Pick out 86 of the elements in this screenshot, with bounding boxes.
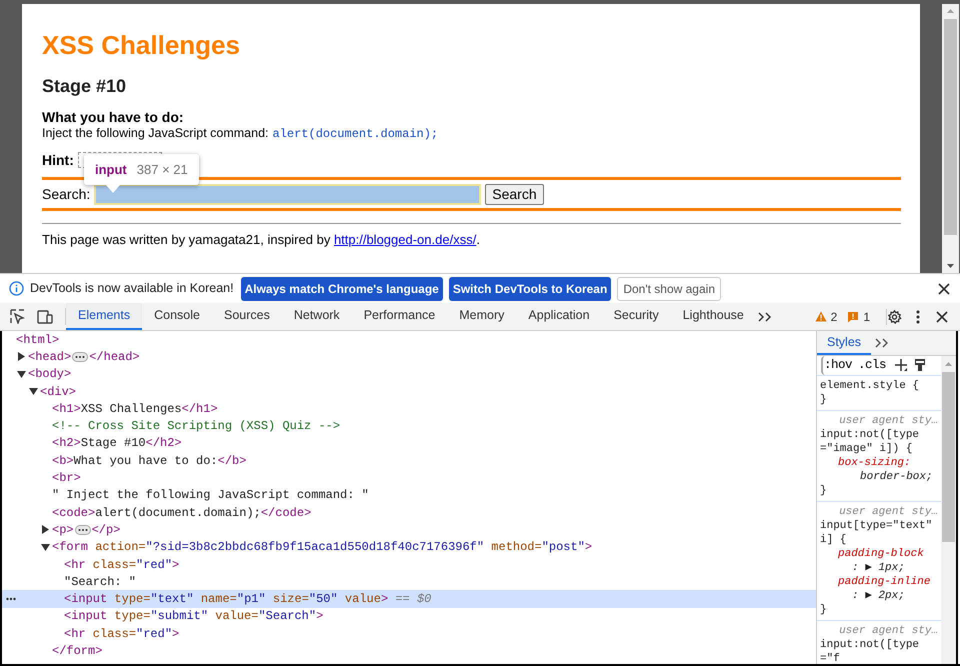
infobar-button[interactable]: Switch DevTools to Korean	[448, 276, 612, 300]
tooltip-size: 387 × 21	[136, 160, 188, 179]
code-snippet: alert(document.domain);	[272, 126, 438, 142]
style-declaration[interactable]: padding-block : ▶ 1px;	[820, 546, 938, 575]
warning-icon[interactable]	[814, 311, 827, 322]
rule-brace: }	[820, 392, 828, 407]
style-declaration[interactable]: padding-inline : ▶ 2px;	[820, 574, 938, 603]
dom-node[interactable]: " Inject the following JavaScript command: "	[2, 486, 816, 504]
ellipsis-icon[interactable]	[74, 524, 91, 535]
rule-origin: user agent sty…	[838, 504, 938, 519]
infobar-message: DevTools is now available in Korean!	[30, 280, 234, 298]
dom-node[interactable]: <head> </head>	[2, 348, 816, 366]
rule-selector: input:not([type="image" i]) {	[820, 428, 920, 456]
search-input[interactable]	[94, 184, 482, 204]
expand-toggle-icon[interactable]	[17, 370, 26, 379]
warning-count[interactable]: 2	[830, 308, 838, 326]
search-button[interactable]: Search	[485, 184, 544, 204]
devtools-tab[interactable]: Lighthouse	[670, 303, 756, 330]
dom-node[interactable]: <code>alert(document.domain);</code>	[2, 504, 816, 522]
page-heading: XSS Challenges	[42, 29, 241, 60]
dom-node[interactable]: <!-- Cross Site Scripting (XSS) Quiz -->	[2, 417, 816, 435]
rule-selector: input:not([type="f	[820, 638, 920, 664]
rule-brace: }	[820, 602, 828, 617]
rule-brace: }	[820, 484, 828, 498]
inspect-icon[interactable]	[10, 309, 25, 324]
search-label: Search:	[42, 184, 90, 204]
expand-toggle-icon[interactable]	[41, 525, 50, 534]
devtools-tab[interactable]: Memory	[447, 303, 516, 330]
dom-node[interactable]: <h1>XSS Challenges</h1>	[2, 400, 816, 418]
issue-count[interactable]: 1	[863, 308, 870, 326]
dom-node[interactable]: <p> </p>	[2, 521, 816, 539]
scroll-down-icon[interactable]	[946, 262, 955, 270]
tooltip-tag: input	[95, 160, 127, 180]
devtools-tab[interactable]: Sources	[212, 303, 282, 330]
rule-origin: user agent sty…	[838, 414, 938, 428]
rule-selector: element.style {	[820, 378, 920, 393]
paint-icon[interactable]	[914, 358, 926, 372]
dom-node[interactable]: <form action="?sid=3b8c2bbdc68fb9f15aca1d550d18f40c7176396f" method="post">	[2, 538, 816, 556]
more-tabs-icon[interactable]	[875, 338, 890, 348]
devtools-tab[interactable]: Performance	[352, 303, 448, 330]
dom-node[interactable]: "Search: "	[2, 573, 816, 590]
settings-icon[interactable]	[886, 308, 902, 324]
close-icon[interactable]	[936, 310, 948, 322]
more-menu-icon[interactable]	[916, 310, 920, 324]
footer-text: This page was written by yamagata21, inspired by http://blogged-on.de/xss/.	[42, 231, 481, 249]
dom-node[interactable]: <hr class="red">	[2, 556, 816, 574]
expand-toggle-icon[interactable]	[41, 542, 50, 552]
dom-node[interactable]: <b>What you have to do:</b>	[2, 452, 816, 470]
filter-toggle[interactable]: .cls	[858, 356, 886, 375]
dom-node[interactable]: </form>	[2, 642, 816, 660]
dom-node[interactable]: <input type="text" name="p1" size="50" value> == $0	[2, 590, 816, 608]
devtools-tab[interactable]: Console	[142, 303, 212, 330]
infobar-button[interactable]: Don't show again	[617, 276, 721, 300]
dom-node[interactable]: <body>	[2, 366, 816, 383]
dom-node[interactable]: <input type="submit" value="Search">	[2, 608, 816, 626]
hint-label: Hint:	[42, 150, 74, 170]
device-icon[interactable]	[37, 310, 53, 324]
dom-node[interactable]: <h2>Stage #10</h2>	[2, 434, 816, 452]
style-declaration: box-sizing: border-box;	[837, 456, 934, 484]
devtools-tab[interactable]: Security	[602, 303, 671, 330]
rule-origin: user agent sty…	[838, 624, 938, 638]
close-icon[interactable]	[938, 282, 950, 294]
dom-node[interactable]: <br>	[2, 469, 816, 487]
devtools-tab[interactable]: Elements	[66, 303, 142, 330]
filter-toggle[interactable]: :hov	[821, 356, 852, 375]
rule-selector: input[type="text" i] {	[820, 518, 934, 547]
scroll-thumb[interactable]	[944, 19, 957, 235]
devtools-tab[interactable]: Network	[282, 303, 352, 330]
dom-node[interactable]: <hr class="red">	[2, 625, 816, 642]
add-icon[interactable]	[894, 358, 908, 372]
footer-link[interactable]: http://blogged-on.de/xss/	[334, 232, 476, 247]
ellipsis-icon[interactable]	[72, 352, 88, 362]
devtools-tab[interactable]: Application	[516, 303, 602, 330]
expand-toggle-icon[interactable]	[29, 386, 38, 396]
info-icon	[9, 281, 24, 296]
stage-heading: Stage #10	[42, 75, 128, 98]
dom-node[interactable]: <html>	[2, 331, 816, 348]
scroll-thumb[interactable]	[942, 372, 956, 542]
expand-toggle-icon[interactable]	[17, 352, 26, 362]
dom-node[interactable]: <div>	[2, 382, 816, 400]
more-tabs-icon[interactable]	[758, 312, 772, 322]
more-icon[interactable]	[6, 597, 16, 602]
issue-icon[interactable]	[847, 310, 860, 322]
infobar-button[interactable]: Always match Chrome's language	[240, 276, 443, 300]
task-label: What you have to do:	[42, 109, 185, 125]
task-text: Inject the following JavaScript command:	[42, 125, 268, 141]
